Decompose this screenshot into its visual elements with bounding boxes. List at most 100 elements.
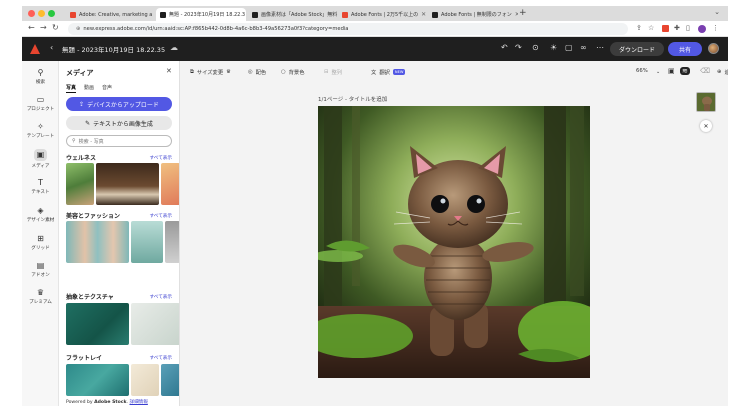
redo-icon[interactable]: ↷ (515, 43, 522, 52)
color-theme-button[interactable]: ◎ 配色 (248, 68, 266, 76)
rail-item-label: 検索 (35, 80, 46, 85)
rail-item-design-assets[interactable]: ◈ デザイン素材 (22, 203, 59, 227)
stock-photo-thumbnail[interactable] (131, 364, 159, 396)
forward-arrow-icon[interactable]: → (40, 23, 47, 32)
comment-icon[interactable]: ▢ (565, 43, 573, 52)
minimize-window-icon[interactable] (38, 10, 45, 17)
new-tab-icon[interactable]: + (519, 8, 527, 18)
resize-button[interactable]: ⧉ サイズ変更 ♛ (190, 68, 231, 77)
browser-tab[interactable]: Adobe Fonts | 無制限のフォン ✕ (428, 8, 518, 21)
canvas-artboard[interactable] (318, 106, 590, 378)
tab-audio[interactable]: 音声 (102, 84, 112, 93)
stock-photo-thumbnail[interactable] (66, 303, 129, 345)
add-label: 追加 (724, 70, 728, 76)
rail-item-search[interactable]: ⚲ 検索 (22, 65, 59, 89)
media-panel: メディア ✕ 写真 動画 音声 ⇪ デバイスからアップロード ✎ テキストから画… (59, 61, 180, 406)
learn-more-link[interactable]: 詳細情報 (129, 400, 147, 405)
zoom-level[interactable]: 66% (636, 68, 648, 74)
stock-photo-thumbnail[interactable] (161, 364, 179, 396)
see-all-link[interactable]: すべて表示 (150, 155, 172, 161)
stock-photo-thumbnail[interactable] (131, 303, 179, 345)
back-arrow-icon[interactable]: ← (28, 23, 35, 32)
crown-icon: ♛ (226, 69, 231, 75)
bookmark-star-icon[interactable]: ☆ (648, 24, 654, 32)
rail-item-addons[interactable]: ▤ アドオン (22, 258, 59, 282)
stock-photo-thumbnail[interactable] (66, 163, 94, 205)
share-button[interactable]: 共有 (668, 42, 702, 56)
browser-tab[interactable]: Adobe: Creative, marketing a ✕ (66, 8, 156, 21)
rail-item-label: テンプレート (26, 134, 55, 139)
rail-item-media[interactable]: ▣ メディア (22, 147, 59, 171)
delete-icon[interactable]: ⌫ (700, 67, 710, 75)
user-avatar[interactable] (708, 43, 719, 54)
tab-list-chevron-icon[interactable]: ⌄ (714, 8, 720, 16)
page-thumbnail-preview (697, 93, 715, 111)
upload-from-device-button[interactable]: ⇪ デバイスからアップロード (66, 97, 172, 111)
download-button[interactable]: ダウンロード (610, 42, 664, 56)
page-thumbnail[interactable] (696, 92, 716, 112)
browser-tab-active[interactable]: 無題 - 2023年10月19日 18.22.3 ✕ (156, 8, 246, 21)
browser-tab[interactable]: 画像素材は「Adobe Stock」無料 ✕ (248, 8, 338, 21)
share-page-icon[interactable]: ⇪ (636, 24, 642, 32)
browser-tab-bar: Adobe: Creative, marketing a ✕ 無題 - 2023… (22, 6, 728, 21)
adobe-extension-icon[interactable] (662, 25, 669, 32)
close-icon[interactable]: ✕ (166, 67, 172, 75)
more-options-icon[interactable]: ⋯ (596, 43, 604, 52)
stock-photo-thumbnail[interactable] (161, 163, 179, 205)
close-icon[interactable]: ✕ (700, 120, 712, 132)
add-circle-icon: ⊕ (717, 69, 722, 75)
rail-item-premium[interactable]: ♛ プレミアム (22, 285, 59, 309)
background-color-button[interactable]: ○ 背景色 (281, 68, 305, 76)
align-button[interactable]: ⊟ 整列 (324, 68, 342, 76)
extensions-puzzle-icon[interactable]: ✚ (674, 24, 680, 32)
maximize-window-icon[interactable] (48, 10, 55, 17)
see-all-link[interactable]: すべて表示 (150, 213, 172, 219)
rail-item-templates[interactable]: ✧ テンプレート (22, 119, 59, 143)
rail-item-projects[interactable]: ▭ プロジェクト (22, 92, 59, 116)
layers-icon[interactable]: ≋ (680, 67, 690, 75)
chevron-left-icon[interactable]: ‹ (50, 43, 53, 52)
see-all-link[interactable]: すべて表示 (150, 294, 172, 300)
stock-photo-thumbnail[interactable] (66, 364, 129, 396)
translate-icon: 文 (371, 70, 377, 76)
lightbulb-icon[interactable]: ☀ (550, 43, 557, 52)
page-title-label[interactable]: 1/1ページ - タイトルを追加 (318, 95, 387, 103)
adobe-express-logo-icon[interactable] (30, 44, 40, 54)
left-rail: ⚲ 検索 ▭ プロジェクト ✧ テンプレート ▣ メディア T テキスト ◈ デ… (22, 61, 59, 406)
reload-icon[interactable]: ↻ (52, 23, 59, 32)
add-page-button[interactable]: ⊕ 追加 (717, 68, 728, 76)
document-title[interactable]: 無題 - 2023年10月19日 18.22.35 (62, 44, 165, 54)
undo-icon[interactable]: ↶ (501, 43, 508, 52)
url-field[interactable]: ⊕ new.express.adobe.com/id/urn:aaid:sc:AP… (68, 23, 628, 35)
close-icon[interactable]: ✕ (515, 11, 518, 18)
category-header: 抽象とテクスチャ すべて表示 (66, 292, 172, 301)
close-icon[interactable]: ✕ (421, 11, 426, 18)
close-window-icon[interactable] (28, 10, 35, 17)
chevron-down-icon[interactable]: ⌄ (656, 69, 660, 75)
invite-user-icon[interactable]: ⊙ (532, 43, 539, 52)
panel-title: メディア (66, 69, 94, 77)
rail-item-text[interactable]: T テキスト (22, 175, 59, 199)
stock-photo-thumbnail[interactable] (131, 221, 163, 263)
tab-photos[interactable]: 写真 (66, 84, 77, 93)
media-search-input[interactable]: ⚲ 検索 - 写真 (66, 135, 172, 147)
generate-button-label: テキストから画像生成 (93, 120, 153, 128)
profile-avatar[interactable] (698, 25, 706, 33)
translate-button[interactable]: 文 翻訳 NEW (371, 68, 406, 76)
sidebar-toggle-icon[interactable]: ▯ (686, 24, 690, 32)
rail-item-label: メディア (31, 164, 50, 169)
stock-photo-thumbnail[interactable] (66, 221, 129, 263)
browser-tab[interactable]: Adobe Fonts | 2万5千以上の ✕ (338, 8, 428, 21)
addons-icon: ▤ (36, 261, 45, 270)
rail-item-grid[interactable]: ⊞ グリッド (22, 231, 59, 255)
stock-photo-thumbnail[interactable] (96, 163, 159, 205)
link-icon[interactable]: ∞ (580, 43, 587, 52)
upload-button-label: デバイスからアップロード (87, 101, 159, 109)
category-header: 美容とファッション すべて表示 (66, 211, 172, 220)
tab-videos[interactable]: 動画 (84, 84, 94, 93)
text-to-image-button[interactable]: ✎ テキストから画像生成 (66, 116, 172, 130)
see-all-link[interactable]: すべて表示 (150, 355, 172, 361)
stock-photo-thumbnail[interactable] (165, 221, 179, 263)
browser-menu-icon[interactable]: ⋮ (712, 24, 719, 32)
page-panel-icon[interactable]: ▣ (668, 67, 675, 75)
